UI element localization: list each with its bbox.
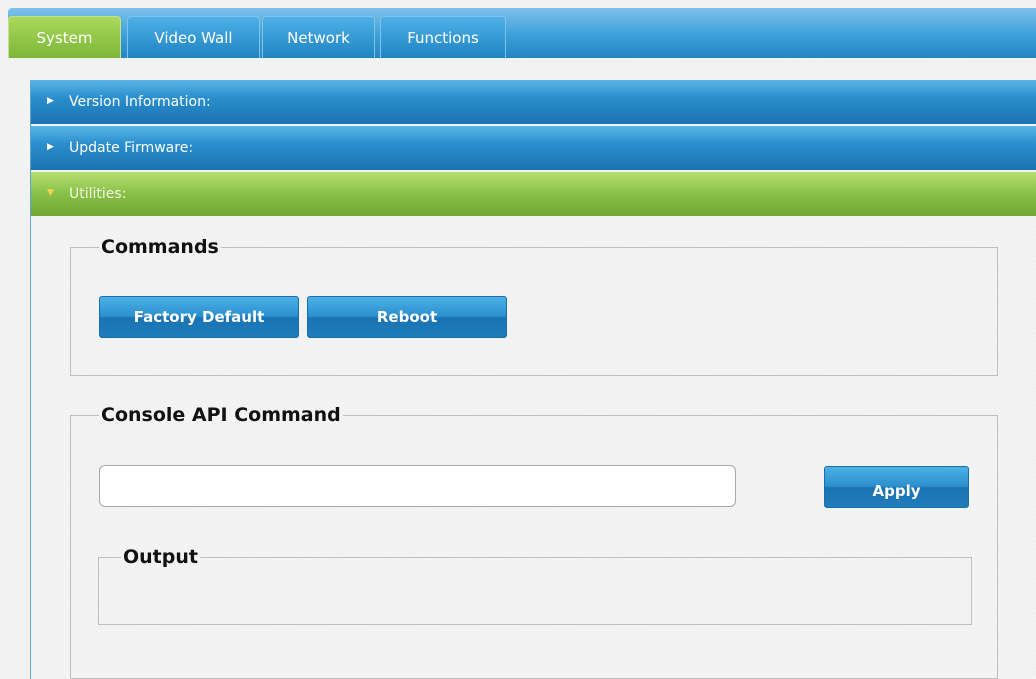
tab-video-wall[interactable]: Video Wall bbox=[127, 16, 260, 58]
output-text bbox=[99, 568, 971, 580]
commands-legend: Commands bbox=[101, 236, 219, 258]
console-api-legend: Console API Command bbox=[101, 404, 341, 426]
apply-button[interactable]: Apply bbox=[824, 466, 969, 508]
tab-bar: System Video Wall Network Functions bbox=[8, 8, 1036, 58]
output-group: Output bbox=[98, 546, 972, 625]
section-label: Update Firmware: bbox=[69, 140, 194, 156]
tab-system[interactable]: System bbox=[8, 16, 121, 58]
caret-right-icon: ▶ bbox=[47, 142, 54, 152]
reboot-button[interactable]: Reboot bbox=[307, 296, 507, 338]
section-label: Version Information: bbox=[69, 94, 211, 110]
section-utilities[interactable]: ▼ Utilities: bbox=[31, 172, 1036, 216]
console-command-input[interactable] bbox=[99, 465, 736, 507]
caret-down-icon: ▼ bbox=[47, 188, 54, 198]
tab-functions[interactable]: Functions bbox=[380, 16, 506, 58]
console-api-group: Console API Command bbox=[70, 404, 998, 679]
section-version-information[interactable]: ▶ Version Information: bbox=[31, 80, 1036, 124]
tab-network[interactable]: Network bbox=[262, 16, 375, 58]
section-label: Utilities: bbox=[69, 186, 127, 202]
caret-right-icon: ▶ bbox=[47, 96, 54, 106]
factory-default-button[interactable]: Factory Default bbox=[99, 296, 299, 338]
output-legend: Output bbox=[123, 546, 198, 568]
section-update-firmware[interactable]: ▶ Update Firmware: bbox=[31, 126, 1036, 170]
